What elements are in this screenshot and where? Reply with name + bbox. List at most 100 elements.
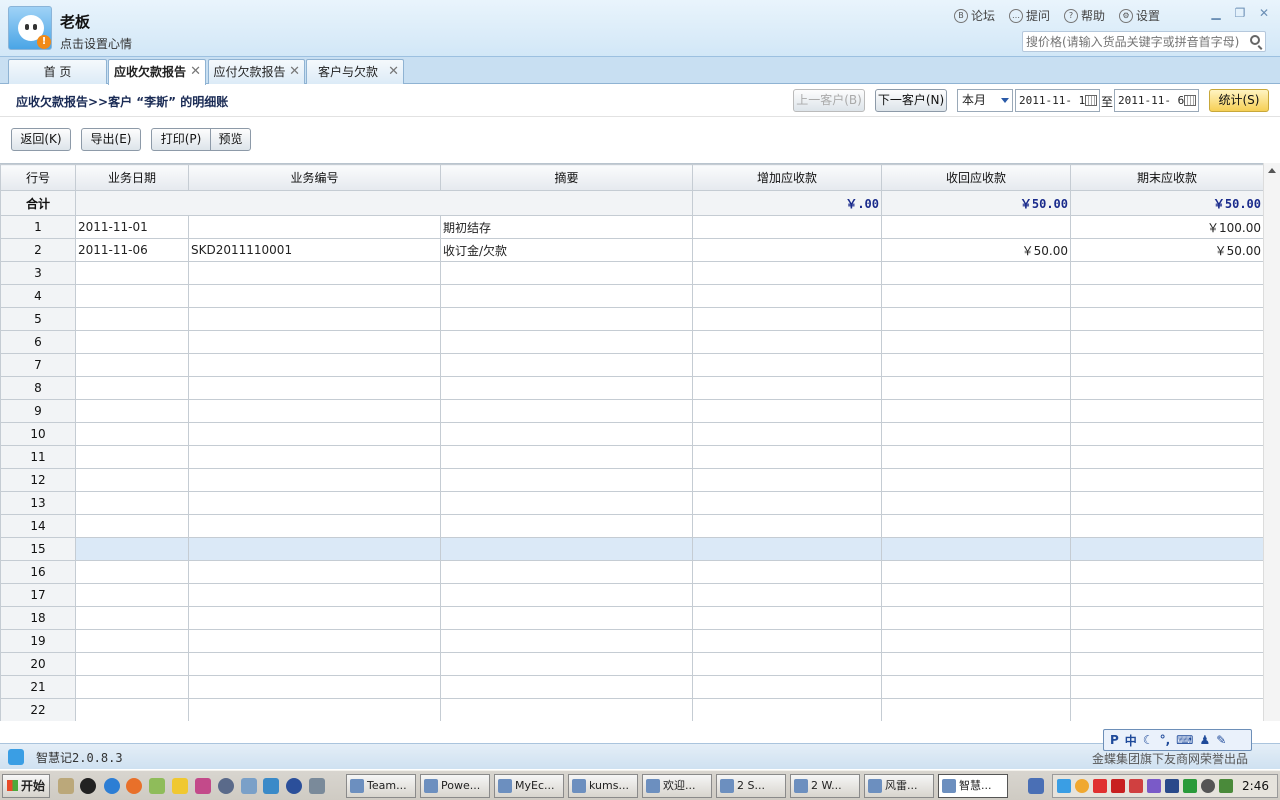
table-row[interactable]: 19 <box>0 629 1263 653</box>
cell-recover[interactable] <box>881 261 1071 285</box>
cell-date[interactable] <box>75 330 189 354</box>
task-myeclipse[interactable]: MyEc... <box>494 774 564 798</box>
cell-date[interactable] <box>75 583 189 607</box>
cell-increase[interactable] <box>692 261 882 285</box>
cell-recover[interactable] <box>881 307 1071 331</box>
tab-receivable-report[interactable]: 应收欠款报告 ✕ <box>108 59 206 85</box>
cell-ending[interactable] <box>1070 468 1263 492</box>
cell-ending[interactable] <box>1070 422 1263 446</box>
help-link[interactable]: ? 帮助 <box>1063 7 1105 24</box>
cell-code[interactable] <box>188 560 441 584</box>
col-header-recover[interactable]: 收回应收款 <box>881 164 1071 191</box>
cell-summary[interactable] <box>440 307 693 331</box>
cell-date[interactable] <box>75 514 189 538</box>
calendar-icon[interactable] <box>1184 95 1196 106</box>
cell-summary[interactable] <box>440 422 693 446</box>
qq-icon[interactable] <box>80 778 96 794</box>
table-row[interactable]: 12 <box>0 468 1263 492</box>
cell-recover[interactable] <box>881 537 1071 561</box>
cell-date[interactable] <box>75 606 189 630</box>
cell-summary[interactable] <box>440 284 693 308</box>
col-header-ending[interactable]: 期末应收款 <box>1070 164 1263 191</box>
cell-recover[interactable] <box>881 560 1071 584</box>
cell-date[interactable] <box>75 491 189 515</box>
cell-ending[interactable] <box>1070 330 1263 354</box>
table-row[interactable]: 13 <box>0 491 1263 515</box>
ime-tray-icon[interactable] <box>1028 778 1044 794</box>
cell-code[interactable] <box>188 330 441 354</box>
cell-increase[interactable] <box>692 238 882 262</box>
cell-recover[interactable] <box>881 606 1071 630</box>
cell-ending[interactable] <box>1070 675 1263 699</box>
browser-icon[interactable] <box>263 778 279 794</box>
user-icon[interactable]: ♟ <box>1199 733 1210 747</box>
table-row[interactable]: 1 2011-11-01 期初结存 ￥100.00 <box>0 215 1263 239</box>
cell-recover[interactable]: ￥50.00 <box>881 238 1071 262</box>
cell-increase[interactable] <box>692 629 882 653</box>
cell-code[interactable] <box>188 284 441 308</box>
cell-summary[interactable] <box>440 376 693 400</box>
cell-increase[interactable] <box>692 583 882 607</box>
cell-ending[interactable] <box>1070 560 1263 584</box>
cell-increase[interactable] <box>692 422 882 446</box>
cell-ending[interactable] <box>1070 537 1263 561</box>
cell-recover[interactable] <box>881 491 1071 515</box>
period-select[interactable]: 本月 <box>957 89 1013 112</box>
col-header-row-no[interactable]: 行号 <box>0 164 76 191</box>
cell-increase[interactable] <box>692 445 882 469</box>
cell-date[interactable] <box>75 284 189 308</box>
cell-increase[interactable] <box>692 537 882 561</box>
tab-home[interactable]: 首 页 <box>8 59 107 84</box>
cell-summary[interactable]: 期初结存 <box>440 215 693 239</box>
cell-summary[interactable] <box>440 491 693 515</box>
cell-code[interactable] <box>188 261 441 285</box>
scroll-up-icon[interactable] <box>1268 168 1276 173</box>
price-search-input[interactable] <box>1023 32 1243 51</box>
network-icon[interactable] <box>241 778 257 794</box>
cell-ending[interactable] <box>1070 284 1263 308</box>
ime-toolbar[interactable]: P 中 ☾ °, ⌨ ♟ ✎ <box>1103 729 1252 751</box>
cell-code[interactable] <box>188 698 441 721</box>
task-powerdesigner[interactable]: Powe... <box>420 774 490 798</box>
tab-payable-report[interactable]: 应付欠款报告 ✕ <box>208 59 305 84</box>
tray-network-icon[interactable] <box>1129 779 1143 793</box>
cell-recover[interactable] <box>881 284 1071 308</box>
cell-date[interactable] <box>75 468 189 492</box>
cell-recover[interactable] <box>881 353 1071 377</box>
cell-ending[interactable] <box>1070 629 1263 653</box>
tray-qq-icon[interactable] <box>1075 779 1089 793</box>
cell-increase[interactable] <box>692 514 882 538</box>
cell-ending[interactable] <box>1070 698 1263 721</box>
table-row[interactable]: 2 2011-11-06 SKD2011110001 收订金/欠款 ￥50.00 ￥50.… <box>0 238 1263 262</box>
cell-summary[interactable] <box>440 698 693 721</box>
cell-recover[interactable] <box>881 652 1071 676</box>
cell-summary[interactable] <box>440 330 693 354</box>
cell-recover[interactable] <box>881 215 1071 239</box>
col-header-summary[interactable]: 摘要 <box>440 164 693 191</box>
date-from-field[interactable]: 2011-11- 1 <box>1015 89 1100 112</box>
cell-recover[interactable] <box>881 399 1071 423</box>
cell-date[interactable]: 2011-11-06 <box>75 238 189 262</box>
cell-summary[interactable] <box>440 583 693 607</box>
cell-summary[interactable] <box>440 606 693 630</box>
table-row[interactable]: 10 <box>0 422 1263 446</box>
star-icon[interactable] <box>172 778 188 794</box>
cell-ending[interactable] <box>1070 445 1263 469</box>
cell-summary[interactable] <box>440 353 693 377</box>
cell-summary[interactable] <box>440 537 693 561</box>
cell-date[interactable] <box>75 537 189 561</box>
cell-summary[interactable] <box>440 261 693 285</box>
cell-increase[interactable] <box>692 606 882 630</box>
close-icon[interactable]: ✕ <box>388 60 399 84</box>
table-row[interactable]: 17 <box>0 583 1263 607</box>
tray-display-icon[interactable] <box>1165 779 1179 793</box>
print-button[interactable]: 打印(P) <box>151 128 211 151</box>
tab-customer-debt[interactable]: 客户与欠款 ✕ <box>306 59 404 84</box>
cell-increase[interactable] <box>692 652 882 676</box>
col-header-code[interactable]: 业务编号 <box>188 164 441 191</box>
minimize-icon[interactable]: ▁ <box>1206 5 1226 21</box>
cell-code[interactable] <box>188 307 441 331</box>
cell-recover[interactable] <box>881 675 1071 699</box>
task-kums[interactable]: kums... <box>568 774 638 798</box>
cell-increase[interactable] <box>692 353 882 377</box>
